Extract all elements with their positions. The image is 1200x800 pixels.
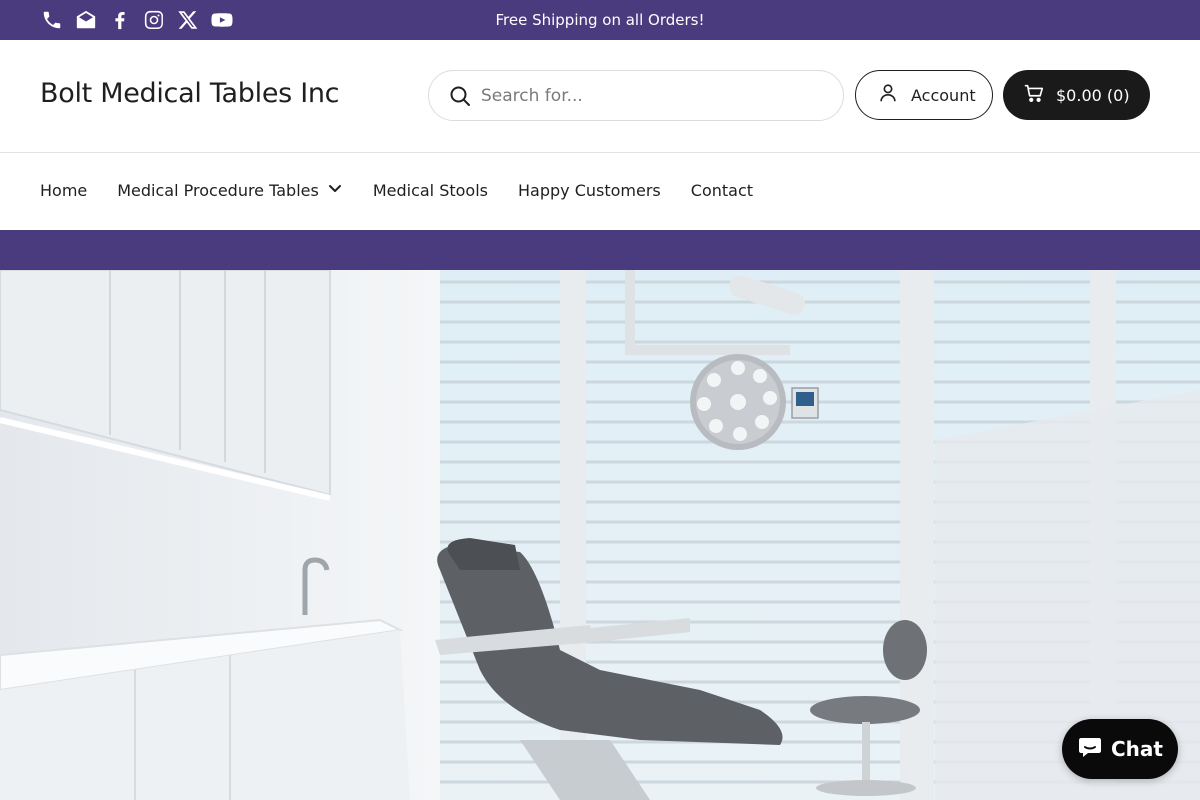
main-nav: Home Medical Procedure Tables Medical St… — [0, 153, 1200, 230]
chat-label: Chat — [1111, 737, 1163, 761]
nav-item-contact[interactable]: Contact — [691, 180, 753, 200]
email-icon[interactable] — [74, 8, 98, 32]
search-icon[interactable] — [448, 84, 472, 108]
site-logo[interactable]: Bolt Medical Tables Inc — [40, 78, 340, 109]
nav-item-medical-stools[interactable]: Medical Stools — [373, 180, 488, 200]
chat-button[interactable]: Chat — [1062, 719, 1178, 779]
cart-total: $0.00 (0) — [1056, 85, 1130, 105]
promo-strip — [0, 230, 1200, 270]
nav-item-label: Happy Customers — [518, 180, 661, 200]
chevron-down-icon — [327, 180, 343, 200]
announcement-bar: Free Shipping on all Orders! — [0, 0, 1200, 40]
nav-item-happy-customers[interactable]: Happy Customers — [518, 180, 661, 200]
nav-item-label: Home — [40, 180, 88, 200]
nav-item-medical-procedure-tables[interactable]: Medical Procedure Tables — [117, 180, 343, 200]
hero-illustration — [0, 270, 1200, 800]
search-box[interactable] — [428, 70, 844, 121]
account-button[interactable]: Account — [855, 70, 993, 120]
phone-icon[interactable] — [40, 8, 64, 32]
search-input[interactable] — [481, 79, 821, 113]
hero-image — [0, 270, 1200, 800]
nav-item-home[interactable]: Home — [40, 180, 87, 200]
account-label: Account — [911, 85, 976, 105]
site-header: Bolt Medical Tables Inc Account $0.00 (0… — [0, 40, 1200, 153]
instagram-icon[interactable] — [142, 8, 166, 32]
nav-item-label: Medical Procedure Tables — [117, 180, 319, 200]
nav-item-label: Contact — [690, 180, 754, 200]
chat-bubble-icon — [1077, 734, 1103, 765]
youtube-icon[interactable] — [210, 8, 234, 32]
facebook-icon[interactable] — [108, 8, 132, 32]
cart-button[interactable]: $0.00 (0) — [1003, 70, 1150, 120]
x-icon[interactable] — [176, 8, 200, 32]
user-icon — [877, 82, 899, 108]
cart-icon — [1023, 82, 1045, 108]
social-links — [40, 8, 234, 32]
nav-item-label: Medical Stools — [372, 180, 488, 200]
